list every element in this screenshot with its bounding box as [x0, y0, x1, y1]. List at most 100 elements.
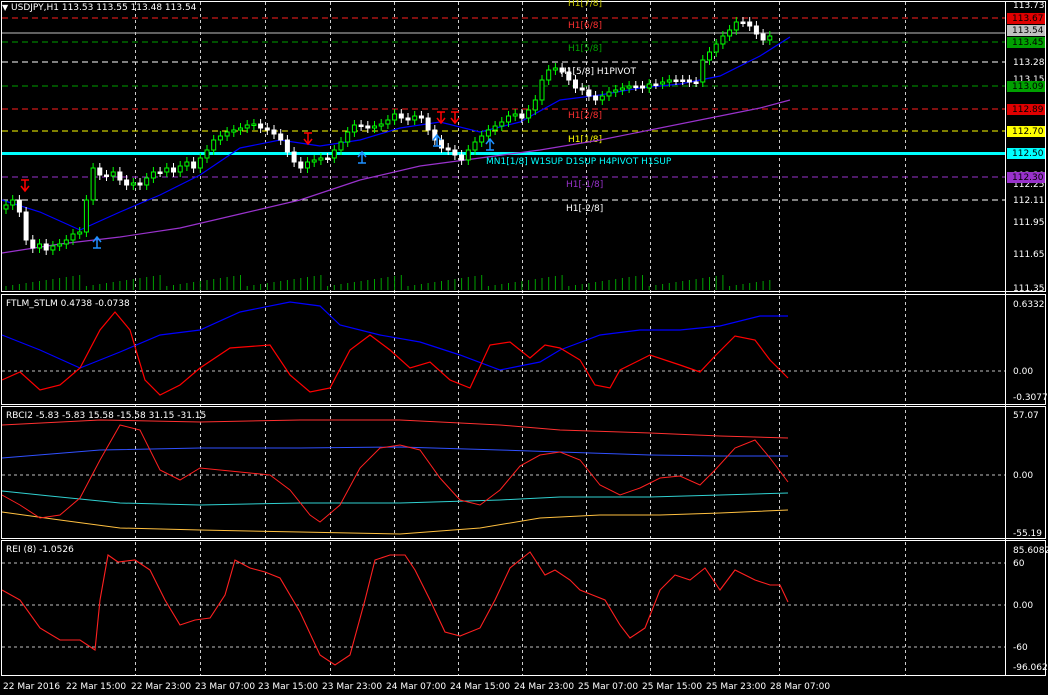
candle-body	[700, 59, 706, 83]
candle-body	[177, 165, 183, 173]
price-marker-label: 112.50	[1012, 149, 1044, 159]
sell-arrow-icon	[436, 111, 446, 125]
axis-tick-label: 0.6332	[1013, 300, 1045, 310]
murrey-label: H1[5/8] H1PIVOT	[560, 67, 637, 77]
candle-body	[425, 117, 431, 131]
price-tick-label: 113.28	[1013, 58, 1045, 68]
bottom-band-line	[1, 509, 789, 535]
candle-body	[150, 171, 156, 179]
time-tick-label: 24 Mar 23:00	[514, 682, 574, 692]
candle-body	[465, 149, 471, 161]
time-tick-label: 25 Mar 15:00	[642, 682, 702, 692]
mid-band-line	[1, 446, 788, 459]
candle-body	[552, 67, 558, 71]
price-chart[interactable]: H1[7/8] H1[6/8] H1[5/8] H1[5/8] H1PIVOT H1[2…	[1, 0, 1005, 290]
murrey-label: MN1[1/8] W1SUP D1SUP H4PIVOT H1SUP	[486, 157, 672, 167]
candle-body	[385, 119, 391, 125]
axis-tick-label: 85.6082	[1013, 546, 1048, 556]
price-axis: 113.73113.54113.28113.15113.09112.89112.…	[1007, 1, 1045, 294]
candle-body	[278, 133, 284, 141]
candle-body	[472, 141, 478, 151]
price-marker-label: 113.54	[1012, 26, 1044, 36]
price-tick-label: 111.65	[1013, 250, 1045, 260]
stlm-line	[1, 301, 788, 371]
candle-body	[130, 182, 136, 186]
candle-body	[767, 35, 773, 41]
candle-body	[345, 131, 351, 143]
candle-body	[512, 113, 518, 117]
candle-body	[157, 171, 163, 174]
candle-body	[63, 239, 69, 245]
candle-body	[392, 113, 398, 121]
candle-body	[164, 167, 170, 173]
candle-body	[264, 127, 270, 131]
candle-body	[740, 21, 746, 24]
candle-body	[680, 79, 686, 82]
symbol-header: ▼ USDJPY,H1 113.53 113.55 113.48 113.54	[2, 3, 196, 13]
candle-body	[707, 51, 712, 61]
time-tick-label: 22 Mar 23:00	[131, 682, 191, 692]
price-marker-label: 112.30	[1012, 173, 1044, 183]
chart-window[interactable]: H1[7/8] H1[6/8] H1[5/8] H1[5/8] H1PIVOT H1[2…	[0, 0, 1048, 695]
candle-body	[378, 123, 384, 127]
candle-body	[251, 123, 257, 126]
axis-tick-label: -60	[1013, 643, 1028, 653]
candle-body	[117, 171, 123, 181]
candle-body	[439, 139, 444, 149]
price-marker-label: 112.89	[1012, 105, 1044, 115]
sell-arrow-icon	[450, 111, 460, 125]
time-tick-label: 22 Mar 15:00	[66, 682, 126, 692]
time-axis: 22 Mar 2016 22 Mar 15:00 22 Mar 23:00 23 Ma…	[3, 682, 830, 692]
candle-body	[10, 199, 16, 206]
time-tick-label: 25 Mar 07:00	[578, 682, 638, 692]
candle-body	[238, 127, 243, 131]
candle-body	[633, 85, 639, 88]
rei-indicator[interactable]: 85.6082 60 0.00 -60 -96.0626	[1, 546, 1048, 673]
time-tick-label: 23 Mar 15:00	[258, 682, 318, 692]
price-marker-label: 113.09	[1012, 82, 1044, 92]
candle-body	[284, 139, 290, 153]
candle-body	[104, 174, 109, 177]
candle-body	[298, 161, 304, 169]
candle-body	[97, 167, 103, 176]
candle-body	[110, 171, 116, 177]
candle-body	[124, 179, 130, 186]
candle-body	[666, 79, 672, 83]
candle-body	[526, 109, 532, 119]
candle-body	[599, 95, 605, 101]
candle-body	[191, 161, 197, 169]
candle-body	[325, 157, 331, 160]
candle-body	[231, 129, 237, 133]
price-tick-label: 112.11	[1013, 196, 1045, 206]
candle-body	[459, 154, 465, 161]
candle-body	[197, 157, 203, 169]
triangle-down-icon[interactable]: ▼	[2, 3, 8, 12]
candle-body	[499, 121, 505, 127]
lower-band-line	[1, 490, 789, 506]
ftlm-line	[1, 311, 789, 396]
candle-body	[626, 85, 632, 89]
time-tick-label: 24 Mar 07:00	[386, 682, 446, 692]
candle-body	[365, 125, 371, 129]
price-marker-label: 113.67	[1012, 14, 1044, 24]
candle-body	[90, 167, 96, 201]
vertical-grid	[135, 2, 906, 675]
candle-body	[398, 113, 404, 119]
ftlm-pane-frame	[1, 294, 1046, 405]
candle-body	[372, 125, 377, 129]
candle-body	[271, 129, 277, 135]
candle-body	[673, 79, 679, 82]
sell-arrow-icon	[303, 132, 313, 146]
candle-body	[258, 123, 264, 129]
symbol-header-text: USDJPY,H1 113.53 113.55 113.48 113.54	[11, 3, 197, 13]
main-pane-frame	[1, 1, 1046, 292]
candle-body	[606, 91, 612, 97]
price-tick-label: 113.73	[1013, 1, 1045, 11]
candle-body	[579, 87, 585, 91]
candle-body	[532, 99, 538, 111]
candle-body	[37, 243, 42, 249]
ftlm-stlm-indicator[interactable]: 0.6332 0.00 -0.3077	[1, 300, 1048, 403]
rei-line	[1, 551, 789, 666]
candle-body	[445, 147, 451, 151]
price-tick-label: 111.35	[1013, 284, 1045, 294]
